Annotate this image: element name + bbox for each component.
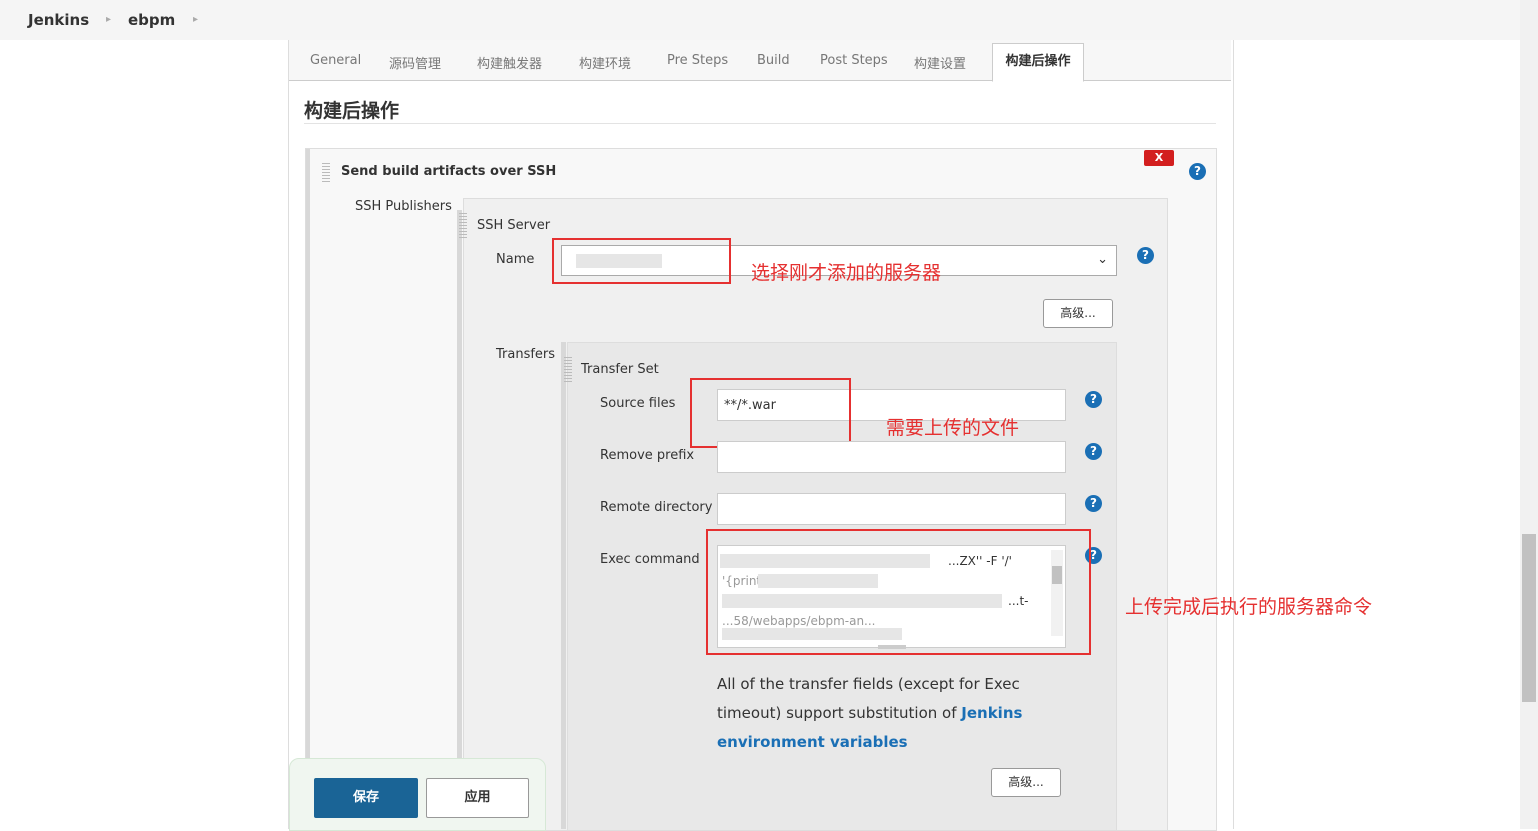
chevron-right-icon[interactable]: ▸ — [193, 14, 198, 25]
section-title: 构建后操作 — [304, 100, 400, 122]
tab-build-environment[interactable]: 构建环境 — [579, 53, 631, 72]
section-divider — [304, 123, 1216, 124]
help-icon[interactable]: ? — [1085, 443, 1102, 460]
source-files-label: Source files — [600, 396, 676, 411]
publisher-left-bar — [306, 149, 310, 829]
drag-handle-icon[interactable] — [322, 162, 330, 182]
tab-general[interactable]: General — [310, 53, 361, 68]
tab-build-triggers[interactable]: 构建触发器 — [477, 53, 542, 72]
breadcrumb-ebpm[interactable]: ebpm — [128, 11, 175, 29]
page-scrollbar-thumb[interactable] — [1522, 534, 1536, 702]
chevron-down-icon: ⌄ — [1097, 252, 1108, 267]
remote-directory-label: Remote directory — [600, 500, 713, 515]
annotation-exec-after-upload: 上传完成后执行的服务器命令 — [1125, 596, 1373, 618]
ssh-server-label: SSH Server — [477, 218, 551, 233]
tab-build[interactable]: Build — [757, 53, 790, 68]
tab-post-build-actions[interactable]: 构建后操作 — [992, 43, 1084, 82]
annotation-box-exec — [706, 529, 1091, 655]
help-icon[interactable]: ? — [1137, 247, 1154, 264]
drag-handle-icon[interactable] — [459, 212, 467, 238]
ssh-publishers-label: SSH Publishers — [355, 199, 452, 214]
help-icon[interactable]: ? — [1085, 391, 1102, 408]
tab-pre-steps[interactable]: Pre Steps — [667, 53, 728, 68]
transfers-label: Transfers — [496, 347, 556, 362]
remove-prefix-label: Remove prefix — [600, 448, 695, 463]
delete-publisher-button[interactable]: X — [1144, 150, 1174, 166]
exec-command-label: Exec command — [600, 552, 700, 567]
annotation-box-source — [690, 378, 851, 448]
ssh-server-left-bar — [457, 210, 462, 829]
remove-prefix-input[interactable] — [717, 441, 1066, 473]
breadcrumb-jenkins[interactable]: Jenkins — [28, 11, 89, 29]
substitution-note: All of the transfer fields (except for E… — [717, 670, 1077, 757]
transfer-set-left-bar — [561, 342, 566, 829]
drag-handle-icon[interactable] — [564, 356, 572, 382]
advanced-button[interactable]: 高级... — [991, 768, 1061, 797]
page-scrollbar[interactable] — [1520, 0, 1538, 829]
remote-directory-input[interactable] — [717, 493, 1066, 525]
annotation-upload-files: 需要上传的文件 — [886, 417, 1020, 439]
apply-button[interactable]: 应用 — [426, 778, 529, 818]
annotation-box-name — [552, 238, 731, 284]
publisher-title: Send build artifacts over SSH — [341, 164, 557, 179]
save-button[interactable]: 保存 — [314, 778, 418, 818]
help-icon[interactable]: ? — [1189, 163, 1206, 180]
help-icon[interactable]: ? — [1085, 495, 1102, 512]
tab-build-settings[interactable]: 构建设置 — [914, 53, 966, 72]
advanced-button[interactable]: 高级... — [1043, 299, 1113, 328]
name-label: Name — [496, 252, 535, 267]
breadcrumb-bar — [0, 0, 1520, 40]
tab-source-code[interactable]: 源码管理 — [389, 53, 441, 72]
tab-post-steps[interactable]: Post Steps — [820, 53, 888, 68]
transfer-set-label: Transfer Set — [581, 362, 659, 377]
chevron-right-icon: ▸ — [106, 14, 112, 25]
annotation-select-server: 选择刚才添加的服务器 — [751, 262, 942, 284]
